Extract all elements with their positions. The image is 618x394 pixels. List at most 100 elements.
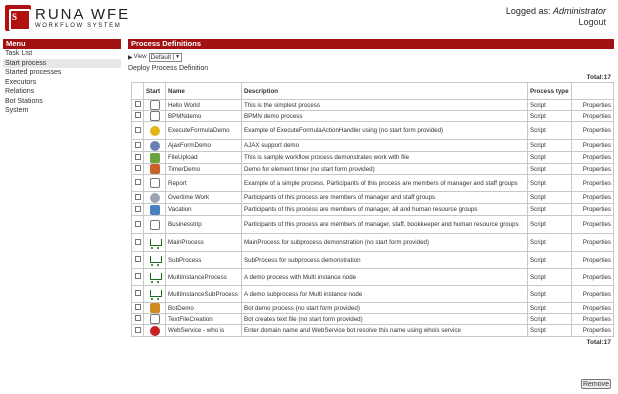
process-name[interactable]: WebService - who is: [165, 324, 242, 337]
text-file-icon[interactable]: [149, 314, 160, 324]
file-upload-icon[interactable]: [149, 152, 160, 163]
hello-world-icon[interactable]: [149, 100, 160, 110]
properties-link[interactable]: Properties: [571, 251, 614, 269]
process-name[interactable]: Report: [165, 174, 242, 192]
row-checkbox[interactable]: [134, 315, 141, 321]
formula-icon[interactable]: [149, 125, 160, 136]
process-name[interactable]: MultiInstanceProcess: [165, 268, 242, 286]
timer-icon[interactable]: [149, 164, 160, 174]
row-checkbox[interactable]: [134, 112, 141, 118]
process-table: Start Name Description Process type Hell…: [131, 82, 614, 337]
process-type: Script: [527, 313, 572, 325]
sidebar-item-executors[interactable]: Executors: [3, 78, 121, 88]
name-column-header[interactable]: Name: [165, 82, 242, 100]
process-name[interactable]: Vacation: [165, 203, 242, 216]
logout-link[interactable]: Logout: [578, 17, 606, 27]
properties-link[interactable]: Properties: [571, 324, 614, 337]
cart-icon[interactable]: [148, 271, 162, 283]
table-row: MainProcess MainProcess for subprocess de…: [131, 233, 614, 252]
properties-link[interactable]: Properties: [571, 99, 614, 111]
process-name[interactable]: Overtime Work: [165, 191, 242, 204]
row-checkbox[interactable]: [134, 238, 141, 245]
table-header-row: Start Name Description Process type: [131, 82, 614, 100]
cart-icon[interactable]: [148, 237, 162, 249]
expand-triangle-icon[interactable]: ▶: [128, 54, 133, 61]
row-checkbox[interactable]: [134, 326, 141, 333]
sidebar-item-bot-stations[interactable]: Bot Stations: [3, 97, 121, 107]
start-cell: [143, 163, 166, 175]
process-description: Participants of this process are members…: [241, 203, 528, 216]
row-checkbox[interactable]: [134, 141, 141, 148]
process-name[interactable]: FileUpload: [165, 151, 242, 164]
properties-link[interactable]: Properties: [571, 268, 614, 286]
row-checkbox[interactable]: [134, 165, 141, 171]
row-checkbox[interactable]: [134, 205, 141, 212]
properties-link[interactable]: Properties: [571, 174, 614, 192]
process-name[interactable]: Businesstrip: [165, 215, 242, 234]
process-name[interactable]: MultiInstanceSubProcess: [165, 285, 242, 303]
table-row: FileUpload This is sample workflow proces…: [131, 151, 614, 164]
view-dropdown[interactable]: Default ▼: [148, 52, 183, 62]
properties-link[interactable]: Properties: [571, 215, 614, 234]
process-type: Script: [527, 151, 572, 164]
process-name[interactable]: ExecuteFormulaDemo: [165, 121, 242, 140]
process-name[interactable]: BPMNdemo: [165, 110, 242, 122]
process-type: Script: [527, 203, 572, 216]
properties-link[interactable]: Properties: [571, 191, 614, 204]
process-name[interactable]: TextFileCreation: [165, 313, 242, 325]
process-name[interactable]: AjaxFormDemo: [165, 139, 242, 152]
description-column-header[interactable]: Description: [241, 82, 528, 100]
row-checkbox[interactable]: [134, 273, 141, 279]
process-type: Script: [527, 110, 572, 122]
properties-link[interactable]: Properties: [571, 110, 614, 122]
table-row: Businesstrip Participants of this process…: [131, 215, 614, 234]
bpmn-icon[interactable]: [149, 111, 160, 121]
row-checkbox[interactable]: [134, 153, 141, 160]
row-checkbox[interactable]: [134, 290, 141, 296]
row-checkbox[interactable]: [134, 179, 141, 185]
vacation-icon[interactable]: [149, 204, 160, 215]
row-checkbox[interactable]: [134, 304, 141, 310]
webservice-icon[interactable]: [149, 325, 160, 336]
properties-link[interactable]: Properties: [571, 233, 614, 252]
start-cell: [143, 121, 166, 140]
sidebar-item-system[interactable]: System: [3, 106, 121, 116]
properties-link[interactable]: Properties: [571, 163, 614, 175]
deploy-process-link[interactable]: Deploy Process Definition: [128, 64, 614, 74]
properties-link[interactable]: Properties: [571, 285, 614, 303]
businesstrip-icon[interactable]: [149, 219, 160, 230]
properties-link[interactable]: Properties: [571, 302, 614, 314]
bot-icon[interactable]: [149, 303, 160, 313]
ajax-icon[interactable]: [149, 140, 160, 151]
sidebar-item-start-process[interactable]: Start process: [3, 58, 121, 68]
process-name[interactable]: TimerDemo: [165, 163, 242, 175]
properties-link[interactable]: Properties: [571, 203, 614, 216]
cart-icon[interactable]: [148, 254, 162, 266]
start-column-header[interactable]: Start: [143, 82, 166, 100]
properties-link[interactable]: Properties: [571, 313, 614, 325]
process-name[interactable]: Hello World: [165, 99, 242, 111]
row-select-cell: [131, 99, 144, 111]
sidebar-item-started-processes[interactable]: Started processes: [3, 68, 121, 78]
report-icon[interactable]: [149, 178, 160, 188]
sidebar-item-task-list[interactable]: Task List: [3, 49, 121, 59]
start-cell: [143, 302, 166, 314]
start-cell: [143, 174, 166, 192]
row-checkbox[interactable]: [134, 126, 141, 133]
row-checkbox[interactable]: [134, 220, 141, 227]
sidebar-item-relations[interactable]: Relations: [3, 87, 121, 97]
overtime-icon[interactable]: [149, 192, 160, 203]
properties-link[interactable]: Properties: [571, 151, 614, 164]
cart-icon[interactable]: [148, 288, 162, 300]
remove-button[interactable]: Remove: [581, 379, 611, 389]
row-checkbox[interactable]: [134, 256, 141, 262]
process-name[interactable]: SubProcess: [165, 251, 242, 269]
properties-link[interactable]: Properties: [571, 121, 614, 140]
process-type-column-header[interactable]: Process type: [527, 82, 572, 100]
process-name[interactable]: BotDemo: [165, 302, 242, 314]
row-checkbox[interactable]: [134, 193, 141, 200]
process-name[interactable]: MainProcess: [165, 233, 242, 252]
properties-link[interactable]: Properties: [571, 139, 614, 152]
table-row: TimerDemo Demo for element timer (no star…: [131, 163, 614, 175]
row-checkbox[interactable]: [134, 101, 141, 107]
